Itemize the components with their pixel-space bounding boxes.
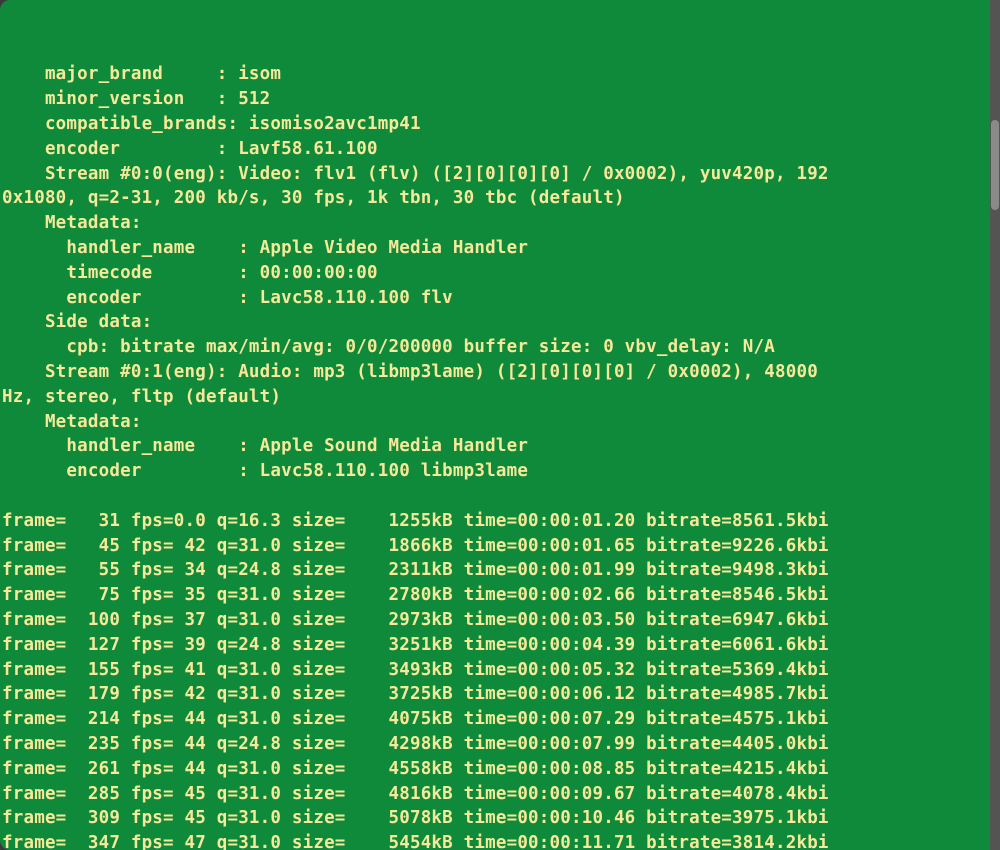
terminal-output: major_brand : isom minor_version : 512 c… bbox=[0, 38, 990, 850]
ffmpeg-progress-block: frame= 31 fps=0.0 q=16.3 size= 1255kB ti… bbox=[2, 511, 829, 850]
terminal-window[interactable]: major_brand : isom minor_version : 512 c… bbox=[0, 0, 990, 850]
ffmpeg-metadata-block: major_brand : isom minor_version : 512 c… bbox=[2, 64, 829, 481]
scrollbar-thumb[interactable] bbox=[991, 120, 999, 210]
scrollbar-track[interactable] bbox=[990, 0, 1000, 850]
